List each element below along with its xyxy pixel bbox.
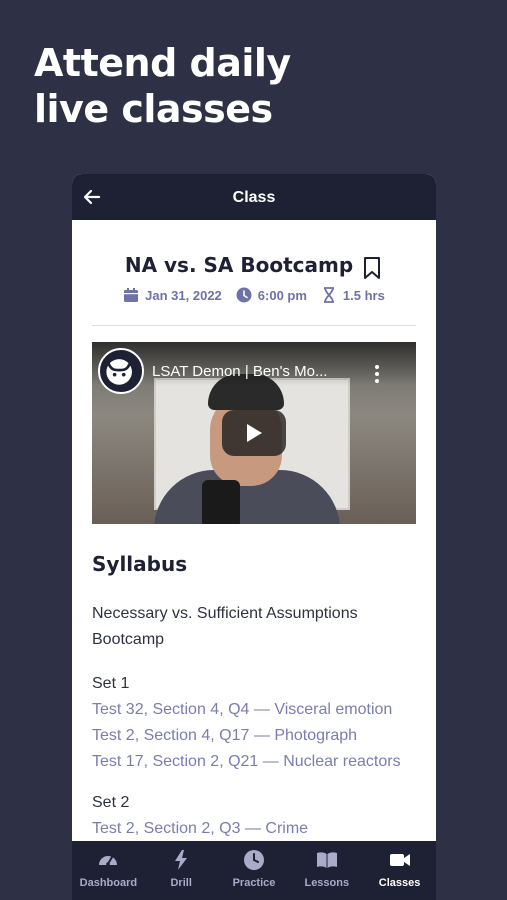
page-title: Class [232, 189, 276, 206]
video-player[interactable]: LSAT Demon | Ben's Mo... [92, 342, 416, 524]
divider [92, 325, 416, 326]
syllabus-heading: Syllabus [92, 552, 188, 576]
speedometer-icon [99, 856, 118, 866]
book-icon [316, 852, 337, 868]
hourglass-icon [323, 287, 334, 303]
question-link[interactable]: Test 2, Section 2, Q3 — Crime [92, 816, 308, 842]
set-label: Set 1 [92, 675, 130, 692]
class-date: Jan 31, 2022 [123, 287, 222, 303]
nav-label: Lessons [304, 877, 350, 889]
video-microphone [202, 480, 240, 524]
play-icon [247, 424, 262, 442]
bottom-nav: Dashboard Drill Practice Lessons Classes [72, 841, 436, 900]
nav-item-drill[interactable]: Drill [145, 841, 218, 900]
nav-item-practice[interactable]: Practice [218, 841, 291, 900]
lightning-icon [175, 850, 188, 870]
class-duration: 1.5 hrs [321, 287, 385, 303]
syllabus-description-line-2: Bootcamp [92, 631, 165, 648]
video-title: LSAT Demon | Ben's Mo... [152, 363, 328, 380]
demon-logo-icon [106, 359, 132, 385]
page-headline: Attend daily live classes [34, 40, 291, 132]
nav-label: Drill [170, 877, 192, 889]
question-link[interactable]: Test 17, Section 2, Q21 — Nuclear reacto… [92, 749, 401, 775]
play-button[interactable] [222, 410, 286, 456]
nav-item-lessons[interactable]: Lessons [290, 841, 363, 900]
nav-item-dashboard[interactable]: Dashboard [72, 841, 145, 900]
nav-item-classes[interactable]: Classes [363, 841, 436, 900]
phone-screen: Class NA vs. SA Bootcamp Jan 31, 2022 6:… [72, 174, 436, 900]
class-date-text: Jan 31, 2022 [145, 287, 222, 303]
video-camera-icon [389, 854, 410, 866]
nav-label: Practice [232, 877, 276, 889]
syllabus-description-line-1: Necessary vs. Sufficient Assumptions [92, 605, 358, 622]
class-duration-text: 1.5 hrs [342, 287, 385, 303]
clock-icon [243, 850, 264, 870]
channel-avatar[interactable] [98, 348, 144, 394]
nav-label: Dashboard [79, 877, 138, 889]
clock-icon [236, 287, 252, 303]
bookmark-icon[interactable] [361, 256, 383, 280]
more-options-icon[interactable] [372, 364, 382, 384]
headline-line-1: Attend daily [34, 41, 291, 85]
nav-label: Classes [378, 877, 421, 889]
top-bar: Class [72, 174, 436, 220]
headline-line-2: live classes [34, 87, 273, 131]
calendar-icon [124, 288, 139, 302]
question-link[interactable]: Test 32, Section 4, Q4 — Visceral emotio… [92, 697, 392, 723]
class-meta: Jan 31, 2022 6:00 pm 1.5 hrs [72, 287, 436, 303]
class-time-text: 6:00 pm [257, 287, 307, 303]
question-link[interactable]: Test 2, Section 4, Q17 — Photograph [92, 723, 357, 749]
set-label: Set 2 [92, 794, 130, 811]
class-time: 6:00 pm [236, 287, 307, 303]
